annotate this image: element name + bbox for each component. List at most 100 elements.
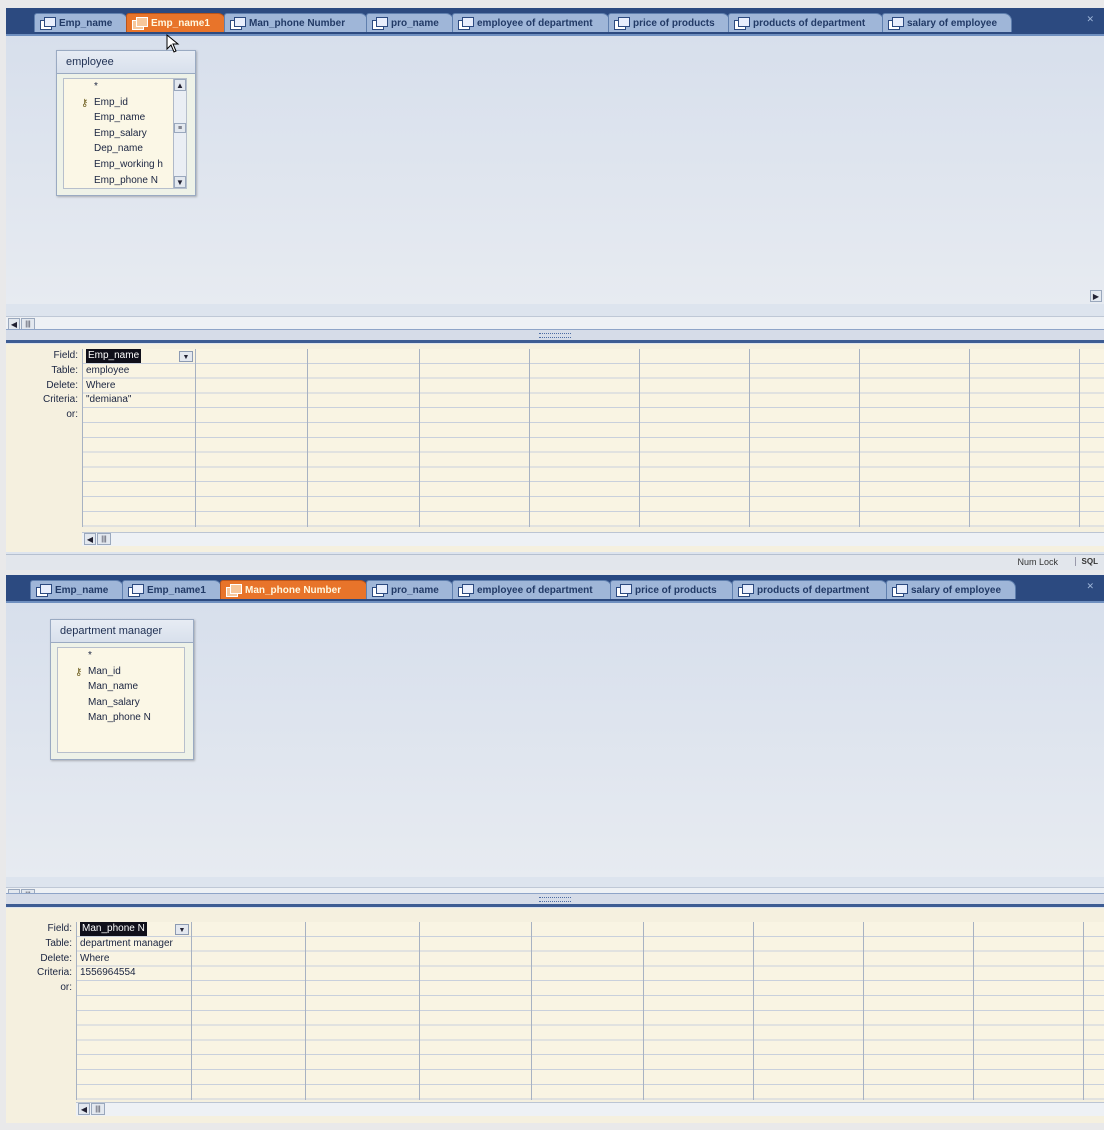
grid-row-labels: Field: Table: Delete: Criteria: or:: [6, 349, 82, 423]
grid-column-2[interactable]: [195, 349, 308, 527]
field-item[interactable]: *: [64, 79, 186, 95]
table-cell[interactable]: department manager: [80, 937, 173, 951]
field-item[interactable]: Emp_salary: [64, 126, 186, 142]
num-lock-indicator: Num Lock: [1017, 557, 1058, 567]
tab-products-of-department[interactable]: products of department: [728, 13, 884, 32]
field-item[interactable]: Dep_name: [64, 141, 186, 157]
tab-man-phone-number[interactable]: Man_phone Number: [224, 13, 368, 32]
tab-label: products of department: [753, 18, 866, 29]
grid-column-4[interactable]: [419, 922, 532, 1100]
query-icon: [458, 17, 474, 30]
tab-label: Emp_name1: [147, 585, 206, 596]
grid-column-6[interactable]: [639, 349, 750, 527]
splitter-grip[interactable]: [539, 897, 571, 902]
grid-column-3[interactable]: [307, 349, 420, 527]
scroll-thumb[interactable]: ≡: [174, 123, 186, 133]
chevron-down-icon[interactable]: ▼: [175, 924, 189, 935]
scroll-thumb[interactable]: |||: [91, 1103, 105, 1115]
scroll-left-icon[interactable]: ◀: [84, 533, 96, 545]
tab-products-of-department[interactable]: products of department: [732, 580, 888, 599]
grid-column-1[interactable]: Emp_name ▼ employee Where "demiana": [83, 349, 196, 527]
grid-horizontal-scrollbar[interactable]: ◀ |||: [76, 1102, 1104, 1116]
table-pane: employee * ⚷ Emp_id Emp_name Emp_salary D…: [6, 36, 1104, 304]
grid-column-5[interactable]: [529, 349, 640, 527]
table-box-employee[interactable]: employee * ⚷ Emp_id Emp_name Emp_salary D…: [56, 50, 196, 197]
grid-column-2[interactable]: [191, 922, 306, 1100]
query-icon: [128, 584, 144, 597]
field-item[interactable]: Emp_name: [64, 110, 186, 126]
tab-emp-name1[interactable]: Emp_name1: [122, 580, 222, 599]
chevron-down-icon[interactable]: ▼: [179, 351, 193, 362]
grid-column-1[interactable]: Man_phone N ▼ department manager Where 1…: [77, 922, 192, 1100]
row-label-table: Table:: [51, 364, 78, 376]
tab-employee-of-department[interactable]: employee of department: [452, 580, 612, 599]
table-cell[interactable]: employee: [86, 364, 129, 378]
field-item[interactable]: Emp_phone N: [64, 173, 186, 189]
grid-column-9[interactable]: [969, 349, 1080, 527]
grid-column-7[interactable]: [749, 349, 860, 527]
grid-column-5[interactable]: [531, 922, 644, 1100]
grid-horizontal-scrollbar[interactable]: ◀ |||: [82, 532, 1104, 546]
splitter-grip[interactable]: [539, 333, 571, 338]
tab-price-of-products[interactable]: price of products: [608, 13, 730, 32]
grid-column-3[interactable]: [305, 922, 420, 1100]
field-item[interactable]: Man_phone N: [58, 710, 184, 726]
field-label: Emp_id: [94, 96, 128, 108]
grid-column-6[interactable]: [643, 922, 754, 1100]
tab-pro-name[interactable]: pro_name: [366, 13, 454, 32]
field-item[interactable]: Emp_working h: [64, 157, 186, 173]
table-title: employee: [57, 51, 195, 74]
tab-price-of-products[interactable]: price of products: [610, 580, 734, 599]
field-item-key[interactable]: ⚷ Man_id: [58, 664, 184, 680]
close-icon[interactable]: ✕: [1086, 14, 1094, 25]
row-label-criteria: Criteria:: [42, 394, 78, 406]
query-icon: [892, 584, 908, 597]
table-pane: department manager * ⚷ Man_id Man_name Ma…: [6, 603, 1104, 877]
field-item[interactable]: Man_name: [58, 679, 184, 695]
pane-splitter[interactable]: [6, 893, 1104, 907]
field-item-key[interactable]: ⚷ Emp_id: [64, 95, 186, 111]
grid-column-8[interactable]: [863, 922, 974, 1100]
grid-row-labels: Field: Table: Delete: Criteria: or:: [6, 922, 76, 996]
scroll-up-icon[interactable]: ▲: [174, 79, 186, 91]
tab-label: Man_phone Number: [245, 585, 342, 596]
query-design-window-1: Emp_name Emp_name1 Man_phone Number pro_…: [6, 8, 1104, 570]
tab-pro-name[interactable]: pro_name: [366, 580, 454, 599]
field-cell[interactable]: Man_phone N: [80, 922, 147, 936]
row-label-delete: Delete:: [40, 952, 72, 964]
scroll-thumb[interactable]: |||: [97, 533, 111, 545]
tab-label: Man_phone Number: [249, 18, 346, 29]
tab-employee-of-department[interactable]: employee of department: [452, 13, 610, 32]
pane-splitter[interactable]: [6, 329, 1104, 343]
vertical-scrollbar[interactable]: ▲ ≡ ▼: [173, 79, 186, 189]
tab-emp-name[interactable]: Emp_name: [34, 13, 128, 32]
field-list: * ⚷ Emp_id Emp_name Emp_salary Dep_name E…: [63, 78, 187, 190]
field-item[interactable]: *: [58, 648, 184, 664]
table-title: department manager: [51, 620, 193, 643]
scroll-down-icon[interactable]: ▼: [174, 176, 186, 189]
tab-label: Emp_name: [59, 18, 113, 29]
field-cell[interactable]: Emp_name: [86, 349, 142, 363]
tab-emp-name[interactable]: Emp_name: [30, 580, 124, 599]
grid-column-9[interactable]: [973, 922, 1084, 1100]
query-icon: [372, 17, 388, 30]
delete-cell[interactable]: Where: [86, 379, 115, 393]
tab-man-phone-number[interactable]: Man_phone Number: [220, 580, 368, 599]
table-box-department-manager[interactable]: department manager * ⚷ Man_id Man_name Ma…: [50, 619, 194, 760]
criteria-cell[interactable]: 1556964554: [80, 966, 136, 980]
row-label-or: or:: [66, 409, 78, 421]
delete-cell[interactable]: Where: [80, 952, 109, 966]
close-icon[interactable]: ✕: [1086, 581, 1094, 592]
sql-view-button[interactable]: SQL: [1074, 557, 1098, 566]
grid-column-8[interactable]: [859, 349, 970, 527]
tab-label: Emp_name1: [151, 18, 210, 29]
scroll-left-icon[interactable]: ◀: [78, 1103, 90, 1115]
criteria-cell[interactable]: "demiana": [86, 393, 131, 407]
tab-salary-of-employee[interactable]: salary of employee: [886, 580, 1016, 599]
field-item[interactable]: Man_salary: [58, 695, 184, 711]
tab-emp-name1[interactable]: Emp_name1: [126, 13, 226, 32]
grid-column-7[interactable]: [753, 922, 864, 1100]
grid-column-4[interactable]: [419, 349, 530, 527]
scroll-right-icon[interactable]: ▶: [1090, 290, 1102, 302]
tab-salary-of-employee[interactable]: salary of employee: [882, 13, 1012, 32]
